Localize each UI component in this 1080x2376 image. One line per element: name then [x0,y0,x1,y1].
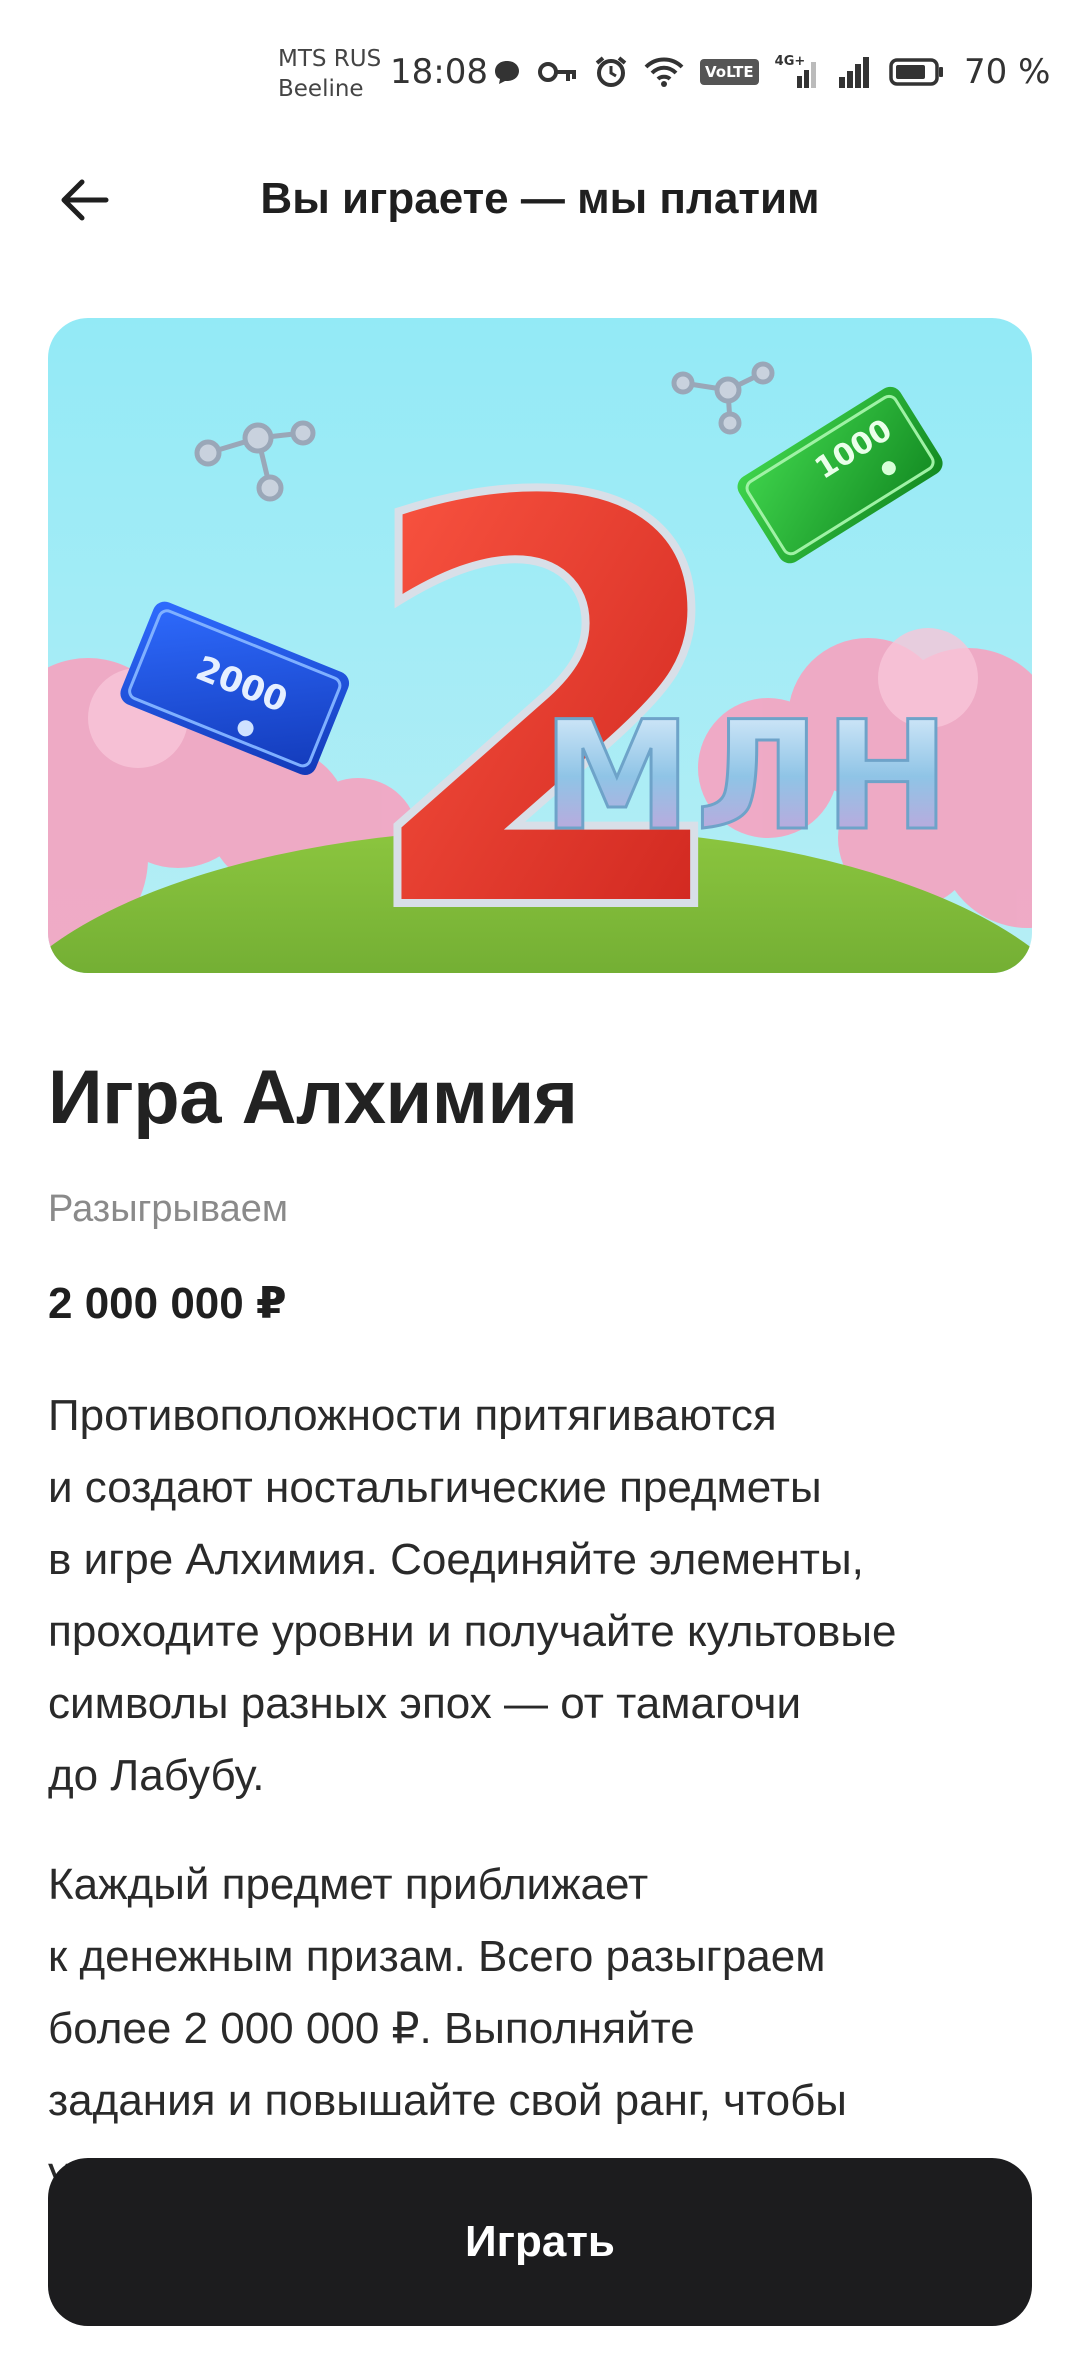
alarm-icon [595,56,627,87]
description-line: Противоположности притягиваются [48,1391,777,1440]
status-icons: VoLTE 4G+ [492,52,945,92]
unit-text: МЛН [542,690,953,864]
banner-illustration: 2 МЛН 2000 1000 [48,318,1032,973]
screen: MTS RUS Beeline 18:08 VoLTE 4G+ 70 % Вы … [0,0,1080,2376]
carrier-names: MTS RUS Beeline [278,44,381,104]
clock: 18:08 [390,52,488,92]
description-line: символы разных эпох — от тамагочи [48,1679,802,1728]
svg-text:2: 2 [353,384,743,973]
play-button-label: Играть [465,2217,615,2266]
big-number-2: 2 [349,380,747,973]
description-line: и создают ностальгические предметы [48,1463,822,1512]
promo-banner: 2 МЛН 2000 1000 [48,318,1032,973]
description-line: задания и повышайте свой ранг, чтобы [48,2076,847,2125]
battery-percent: 70 % [964,52,1051,92]
description-line: в игре Алхимия. Соединяйте элементы, [48,1535,864,1584]
game-title: Игра Алхимия [48,1055,578,1140]
page-title: Вы играете — мы платим [260,174,820,223]
volte-badge: VoLTE [700,59,759,85]
wifi-icon [644,57,684,87]
key-icon [538,62,576,82]
status-bar: MTS RUS Beeline 18:08 VoLTE 4G+ 70 % [0,0,1080,120]
network-type: 4G+ [775,54,821,90]
signal-icon-2 [838,57,869,88]
prize-label: Разыгрываем [48,1188,288,1230]
play-button[interactable]: Играть [48,2158,1032,2326]
description-line: проходите уровни и получайте культовые [48,1607,897,1656]
description-line: к денежным призам. Всего разыграем [48,1932,826,1981]
description-paragraph-2: Каждый предмет приближает к денежным при… [48,1849,1038,2209]
message-icon [495,61,519,84]
carrier-1: MTS RUS [278,46,382,72]
description-line: Каждый предмет приближает [48,1860,649,1909]
description-line: до Лабубу. [48,1751,265,1800]
signal-icon [796,62,816,88]
battery-icon [888,58,943,86]
carrier-2: Beeline [278,76,364,102]
description-paragraph-1: Противоположности притягиваются и создаю… [48,1380,1038,1812]
prize-value: 2 000 000 ₽ [48,1279,287,1328]
description-line: более 2 000 000 ₽. Выполняйте [48,2004,695,2053]
